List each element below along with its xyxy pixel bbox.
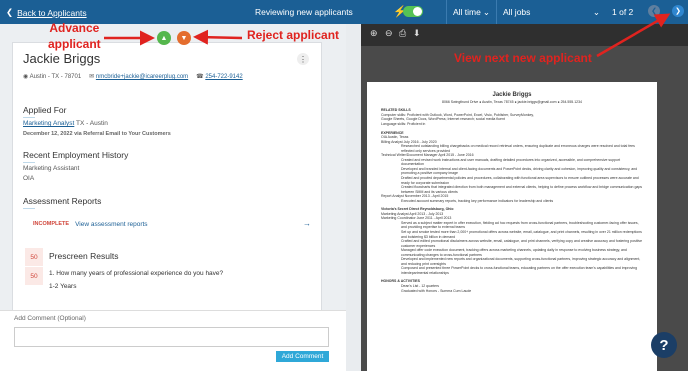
annotation-next: View next new applicant: [454, 51, 592, 65]
chevron-left-icon: ❮: [6, 7, 14, 17]
arrow-right-icon[interactable]: →: [303, 219, 311, 228]
advance-button[interactable]: ▲: [157, 31, 171, 45]
reject-button[interactable]: ▼: [177, 31, 191, 45]
resume-bullet: Composed and presented three PowerPoint …: [401, 266, 638, 275]
view-assessment-link[interactable]: View assessment reports: [75, 221, 148, 228]
thumbs-down-icon: ▼: [180, 34, 188, 42]
page-title: Reviewing new applicants: [255, 7, 353, 17]
question-score-badge: 50: [25, 267, 43, 285]
annotation-reject: Reject applicant: [247, 28, 340, 42]
job-location: TX - Austin: [76, 120, 108, 127]
zoom-out-icon[interactable]: ⊖: [385, 28, 393, 39]
print-icon[interactable]: ⎙: [399, 28, 406, 39]
resume-bullet: Created and revised work instructions an…: [401, 157, 621, 167]
prescreen-score-badge: 50: [25, 248, 43, 266]
resume-bullet: Developed and branded internal and clien…: [401, 166, 638, 176]
divider: [23, 117, 35, 118]
resume-bullet: Set up and smoke tested more than 2,000+…: [401, 230, 642, 239]
pdf-toolbar: ⊕ ⊖ ⎙ ⬇: [361, 24, 688, 46]
time-filter-value: All time: [453, 7, 481, 17]
resume-bullet: Researched outstanding billing chargebac…: [401, 144, 635, 153]
next-applicant-button[interactable]: ❯: [672, 5, 684, 17]
chevron-down-icon: ⌄: [592, 7, 600, 17]
applicant-name: Jackie Briggs: [23, 51, 101, 66]
divider: [23, 208, 35, 209]
applied-date-source: December 12, 2022 via Referral Email to …: [23, 131, 171, 137]
phone-link[interactable]: ☎ 254-722-9142: [196, 73, 243, 80]
resume-bullet: Created flowcharts that integrated direc…: [401, 185, 643, 194]
thumbs-up-icon: ▲: [160, 34, 168, 42]
employment-heading: Recent Employment History: [23, 150, 129, 160]
prescreen-answer: 1-2 Years: [49, 283, 77, 290]
location-text: ◉ Austin - TX - 78701: [23, 74, 82, 80]
resume-line: Language skills: Proficient in: [381, 121, 426, 126]
time-filter-select[interactable]: All time ⌄: [446, 0, 496, 24]
auto-advance-toggle[interactable]: [403, 6, 423, 17]
chevron-down-icon: ⌄: [482, 7, 490, 17]
comment-label: Add Comment (Optional): [14, 315, 86, 322]
resume-bullet: Executed account summary reports, tracki…: [401, 198, 554, 203]
help-button[interactable]: ?: [651, 332, 677, 358]
prescreen-question: 1. How many years of professional experi…: [49, 270, 224, 277]
resume-bullet: Drafted and proofed departmental policie…: [401, 176, 639, 185]
email-link[interactable]: ✉ nmcbride+jackie@icareerplug.com: [89, 73, 188, 80]
comment-textarea[interactable]: [14, 327, 329, 347]
divider: [23, 162, 35, 163]
jobs-filter-value: All jobs: [503, 7, 531, 17]
chevron-left-icon: ❮: [651, 8, 657, 15]
resume-name: Jackie Briggs: [492, 92, 532, 98]
pager-count: 1 of 2: [612, 7, 634, 17]
chevron-right-icon: ❯: [675, 8, 681, 15]
more-options-icon[interactable]: ⋮: [297, 53, 309, 65]
jobs-filter-select[interactable]: All jobs ⌄: [496, 0, 606, 24]
resume-bullet: Served as a subject matter expert in off…: [401, 220, 639, 230]
status-badge: INCOMPLETE: [33, 221, 70, 227]
resume-bullet: Developed and implemented new reports an…: [401, 257, 641, 266]
assessment-heading: Assessment Reports: [23, 196, 102, 206]
applicant-contact: ◉ Austin - TX - 78701 ✉ nmcbride+jackie@…: [23, 73, 243, 80]
resume-bullet: Managed offer code execution document, t…: [401, 248, 627, 257]
job-link[interactable]: Marketing Analyst: [23, 120, 74, 127]
applicant-card: Jackie Briggs ⋮ ◉ Austin - TX - 78701 ✉ …: [12, 42, 322, 314]
employment-title: Marketing Assistant: [23, 165, 80, 172]
question-icon: ?: [659, 336, 669, 354]
add-comment-button[interactable]: Add Comment: [276, 351, 329, 362]
back-to-applicants-link[interactable]: ❮ Back to Applicants: [6, 7, 87, 18]
resume-contact: 8066 Swingthund Drive ● Austin, Texas 78…: [442, 99, 582, 104]
resume-bullet: Graduated with Honors - Summa Cum Laude: [401, 288, 472, 293]
download-icon[interactable]: ⬇: [413, 28, 421, 39]
comment-section: Add Comment (Optional) Add Comment: [0, 310, 346, 371]
toggle-knob: [413, 7, 422, 16]
resume-document: Jackie Briggs 8066 Swingthund Drive ● Au…: [367, 82, 657, 371]
applied-for-heading: Applied For: [23, 105, 67, 115]
employment-company: OIA: [23, 175, 35, 182]
annotation-advance: Advance applicant: [48, 21, 101, 51]
previous-applicant-button[interactable]: ❮: [648, 5, 660, 17]
zoom-in-icon[interactable]: ⊕: [370, 28, 378, 39]
back-label: Back to Applicants: [17, 7, 87, 18]
resume-viewer: ⊕ ⊖ ⎙ ⬇ Jackie Briggs 8066 Swingthund Dr…: [361, 24, 688, 371]
applied-job: Marketing Analyst TX - Austin: [23, 120, 108, 127]
assessment-row: INCOMPLETE View assessment reports: [33, 221, 148, 228]
prescreen-heading: Prescreen Results: [49, 251, 119, 261]
resume-bullet: Crafted and edited promotional disclaime…: [401, 239, 643, 248]
